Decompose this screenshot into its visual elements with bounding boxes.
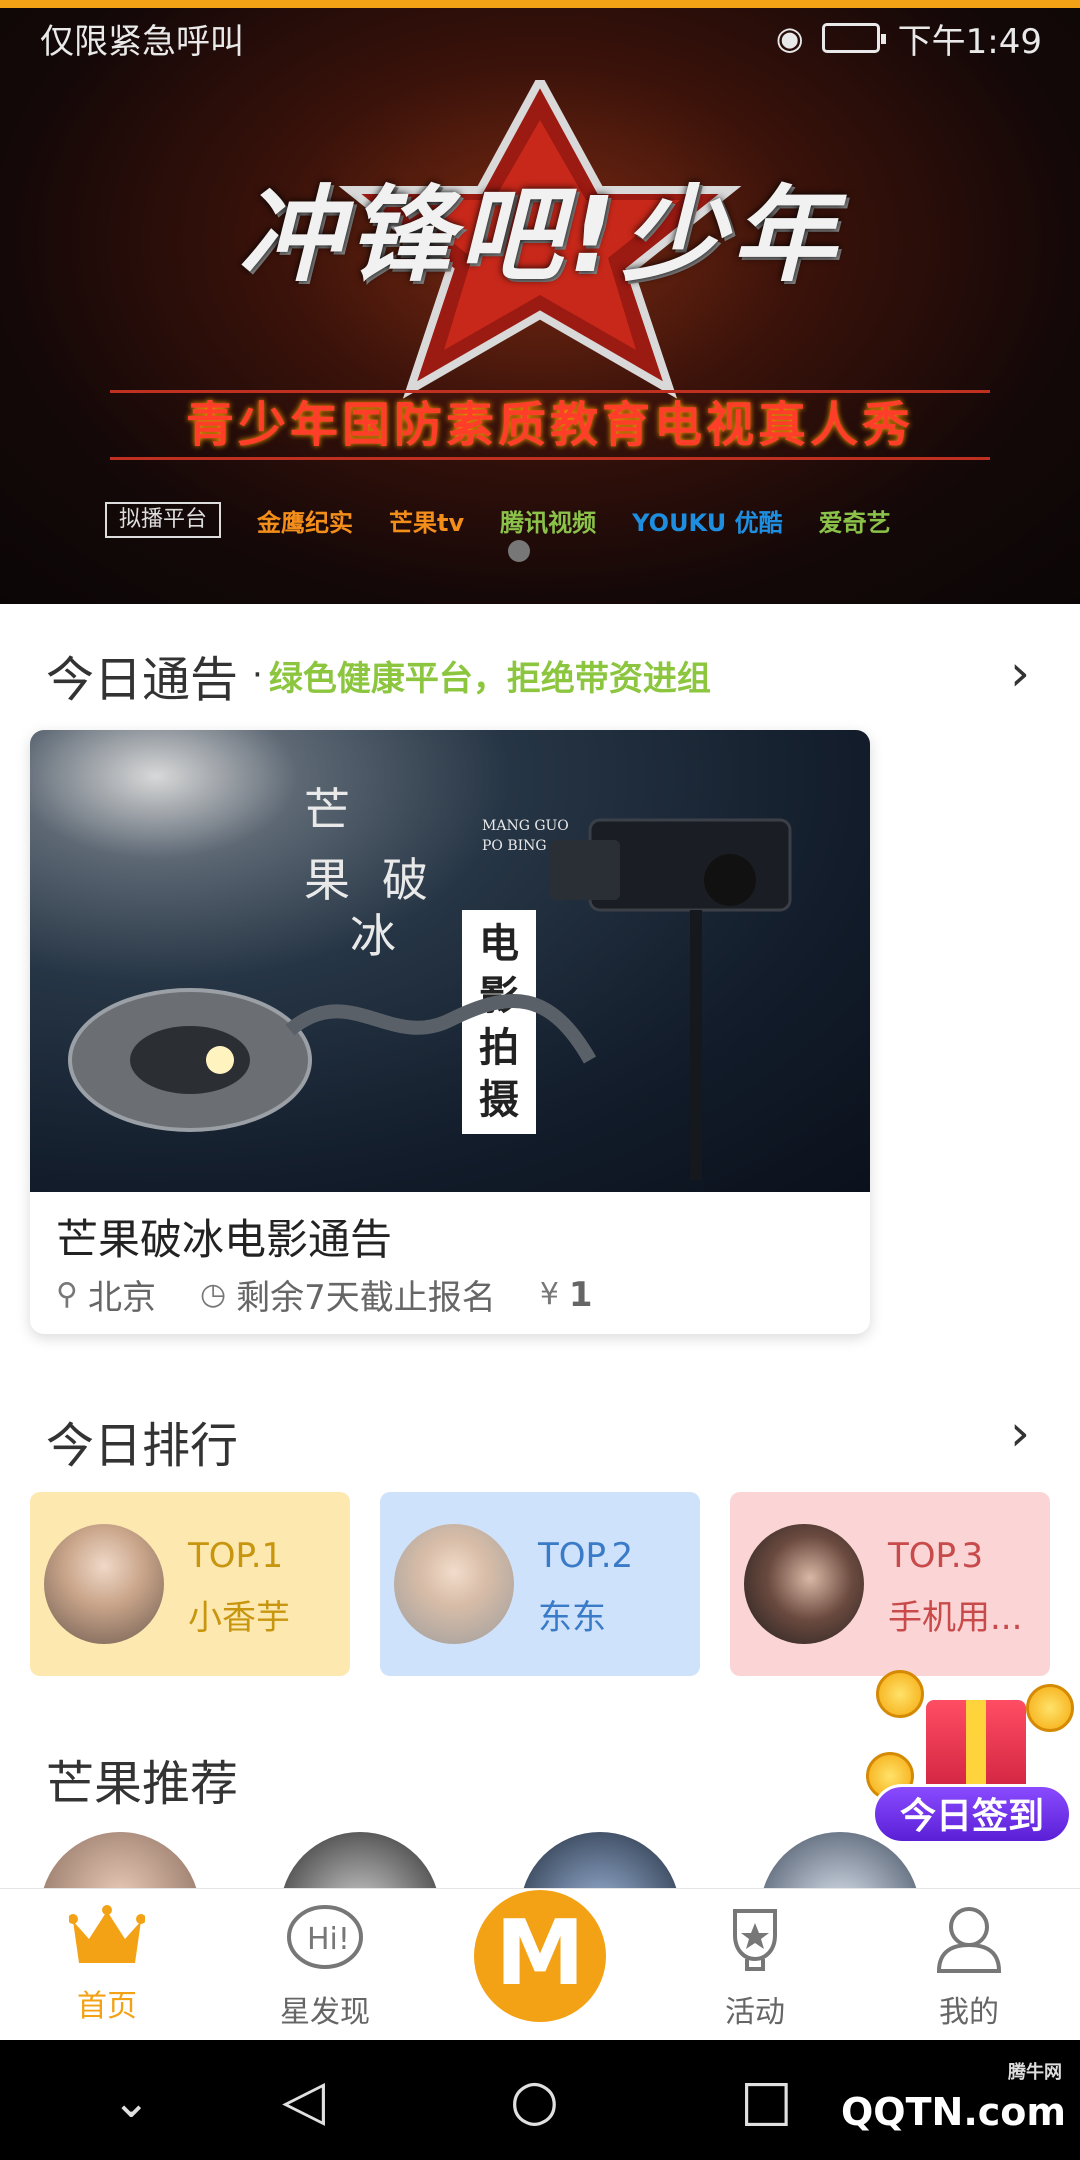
logo-iqiyi: 爱奇艺 bbox=[818, 508, 891, 537]
mango-logo-icon[interactable]: M bbox=[474, 1890, 606, 2022]
watermark-text: QQTN.com bbox=[841, 2090, 1066, 2134]
ticket-icon: ¥ bbox=[539, 1277, 559, 1312]
notice-count: 1 bbox=[568, 1274, 593, 1315]
tab-activity[interactable]: 活动 bbox=[680, 1905, 830, 2031]
ranking-more-chevron-icon[interactable]: › bbox=[1010, 1404, 1030, 1462]
platform-logos: 拟播平台 金鹰纪实 芒果tv 腾讯视频 YOUKU 优酷 爱奇艺 bbox=[105, 502, 891, 538]
avatar bbox=[394, 1524, 514, 1644]
carousel-indicator[interactable] bbox=[508, 540, 530, 562]
camera-reel-art bbox=[68, 818, 792, 1180]
svg-text:Hi!: Hi! bbox=[307, 1922, 350, 1957]
notice-card[interactable]: 芒 果 破 冰 MANG GUO PO BING 电影拍摄 芒果破冰电影通告 ⚲… bbox=[30, 730, 870, 1334]
notice-separator: · bbox=[252, 655, 263, 695]
notice-slogan: 绿色健康平台，拒绝带资进组 bbox=[268, 658, 711, 699]
notice-header[interactable]: 今日通告 · 绿色健康平台，拒绝带资进组 bbox=[46, 640, 711, 710]
watermark: 腾牛网 QQTN.com bbox=[841, 2062, 1066, 2134]
coin-icon bbox=[876, 1670, 924, 1718]
ranking-header[interactable]: 今日排行 bbox=[46, 1406, 238, 1476]
rank-name: 东东 bbox=[538, 1598, 606, 1638]
battery-icon bbox=[821, 23, 886, 53]
top-accent-line bbox=[0, 0, 1080, 8]
notice-card-title: 芒果破冰电影通告 bbox=[56, 1215, 393, 1264]
rank-label: TOP.1 bbox=[188, 1536, 284, 1576]
rank-name: 小香芋 bbox=[188, 1598, 290, 1638]
watermark-small: 腾牛网 bbox=[1008, 2062, 1062, 2083]
banner-subtitle: 青少年国防素质教育电视真人秀 bbox=[110, 390, 990, 460]
status-bar: 仅限紧急呼叫 ◉ 下午1:49 bbox=[0, 8, 1080, 68]
banner-title: 冲锋吧!少年 bbox=[238, 174, 842, 296]
chevron-down-icon[interactable]: ⌄ bbox=[112, 2074, 151, 2128]
avatar bbox=[44, 1524, 164, 1644]
tab-activity-label: 活动 bbox=[725, 1995, 785, 2030]
carrier-text: 仅限紧急呼叫 bbox=[40, 21, 244, 62]
user-icon bbox=[936, 1907, 1002, 1973]
tab-home[interactable]: 首页 bbox=[32, 1905, 182, 2025]
logo-tencent: 腾讯视频 bbox=[500, 508, 597, 537]
tab-mine-label: 我的 bbox=[939, 1995, 999, 2030]
eye-icon: ◉ bbox=[775, 19, 804, 57]
checkin-label: 今日签到 bbox=[872, 1784, 1072, 1844]
tab-mine[interactable]: 我的 bbox=[894, 1905, 1044, 2031]
tab-home-label: 首页 bbox=[77, 1989, 137, 2024]
rank-name: 手机用... bbox=[888, 1598, 1023, 1638]
coin-icon bbox=[1026, 1684, 1074, 1732]
recents-square-icon[interactable]: □ bbox=[740, 2068, 793, 2133]
home-circle-icon[interactable]: ○ bbox=[510, 2068, 559, 2133]
crown-icon bbox=[68, 1905, 146, 1963]
rank-card-1[interactable]: TOP.1 小香芋 bbox=[30, 1492, 350, 1676]
notice-location: 北京 bbox=[87, 1278, 156, 1318]
clock-text: 下午1:49 bbox=[897, 21, 1042, 62]
hi-bubble-icon: Hi! bbox=[287, 1905, 363, 1969]
ranking-title: 今日排行 bbox=[46, 1418, 239, 1474]
notice-deadline: 剩余7天截止报名 bbox=[236, 1278, 496, 1318]
logo-mango-tv: 芒果tv bbox=[389, 508, 465, 537]
location-pin-icon: ⚲ bbox=[56, 1277, 78, 1312]
notice-more-chevron-icon[interactable]: › bbox=[1010, 644, 1030, 702]
notice-card-meta: ⚲ 北京 ◷ 剩余7天截止报名 ¥ 1 bbox=[56, 1270, 593, 1319]
notice-title: 今日通告 bbox=[46, 652, 239, 708]
logo-platform: 拟播平台 bbox=[105, 502, 222, 538]
tab-discover[interactable]: Hi! 星发现 bbox=[250, 1905, 400, 2031]
rank-label: TOP.2 bbox=[538, 1536, 634, 1576]
rank-card-3[interactable]: TOP.3 手机用... bbox=[730, 1492, 1050, 1676]
daily-checkin-button[interactable]: 今日签到 bbox=[866, 1660, 1080, 1870]
promo-banner[interactable]: 仅限紧急呼叫 ◉ 下午1:49 冲锋吧!少年 青少年国防素质教育电视真人秀 拟播… bbox=[0, 0, 1080, 604]
avatar bbox=[744, 1524, 864, 1644]
logo-youku: YOUKU 优酷 bbox=[632, 508, 783, 537]
ranking-list: TOP.1 小香芋 TOP.2 东东 TOP.3 手机用... bbox=[30, 1492, 1050, 1676]
notice-card-image: 芒 果 破 冰 MANG GUO PO BING 电影拍摄 bbox=[30, 730, 870, 1192]
trophy-icon bbox=[733, 1909, 777, 1971]
tab-discover-label: 星发现 bbox=[280, 1995, 370, 2030]
recommend-title: 芒果推荐 bbox=[46, 1756, 239, 1812]
back-icon[interactable]: ◁ bbox=[282, 2068, 325, 2133]
logo-golden-eagle: 金鹰纪实 bbox=[257, 508, 354, 537]
clock-icon: ◷ bbox=[199, 1277, 227, 1312]
rank-label: TOP.3 bbox=[888, 1536, 984, 1576]
rank-card-2[interactable]: TOP.2 东东 bbox=[380, 1492, 700, 1676]
